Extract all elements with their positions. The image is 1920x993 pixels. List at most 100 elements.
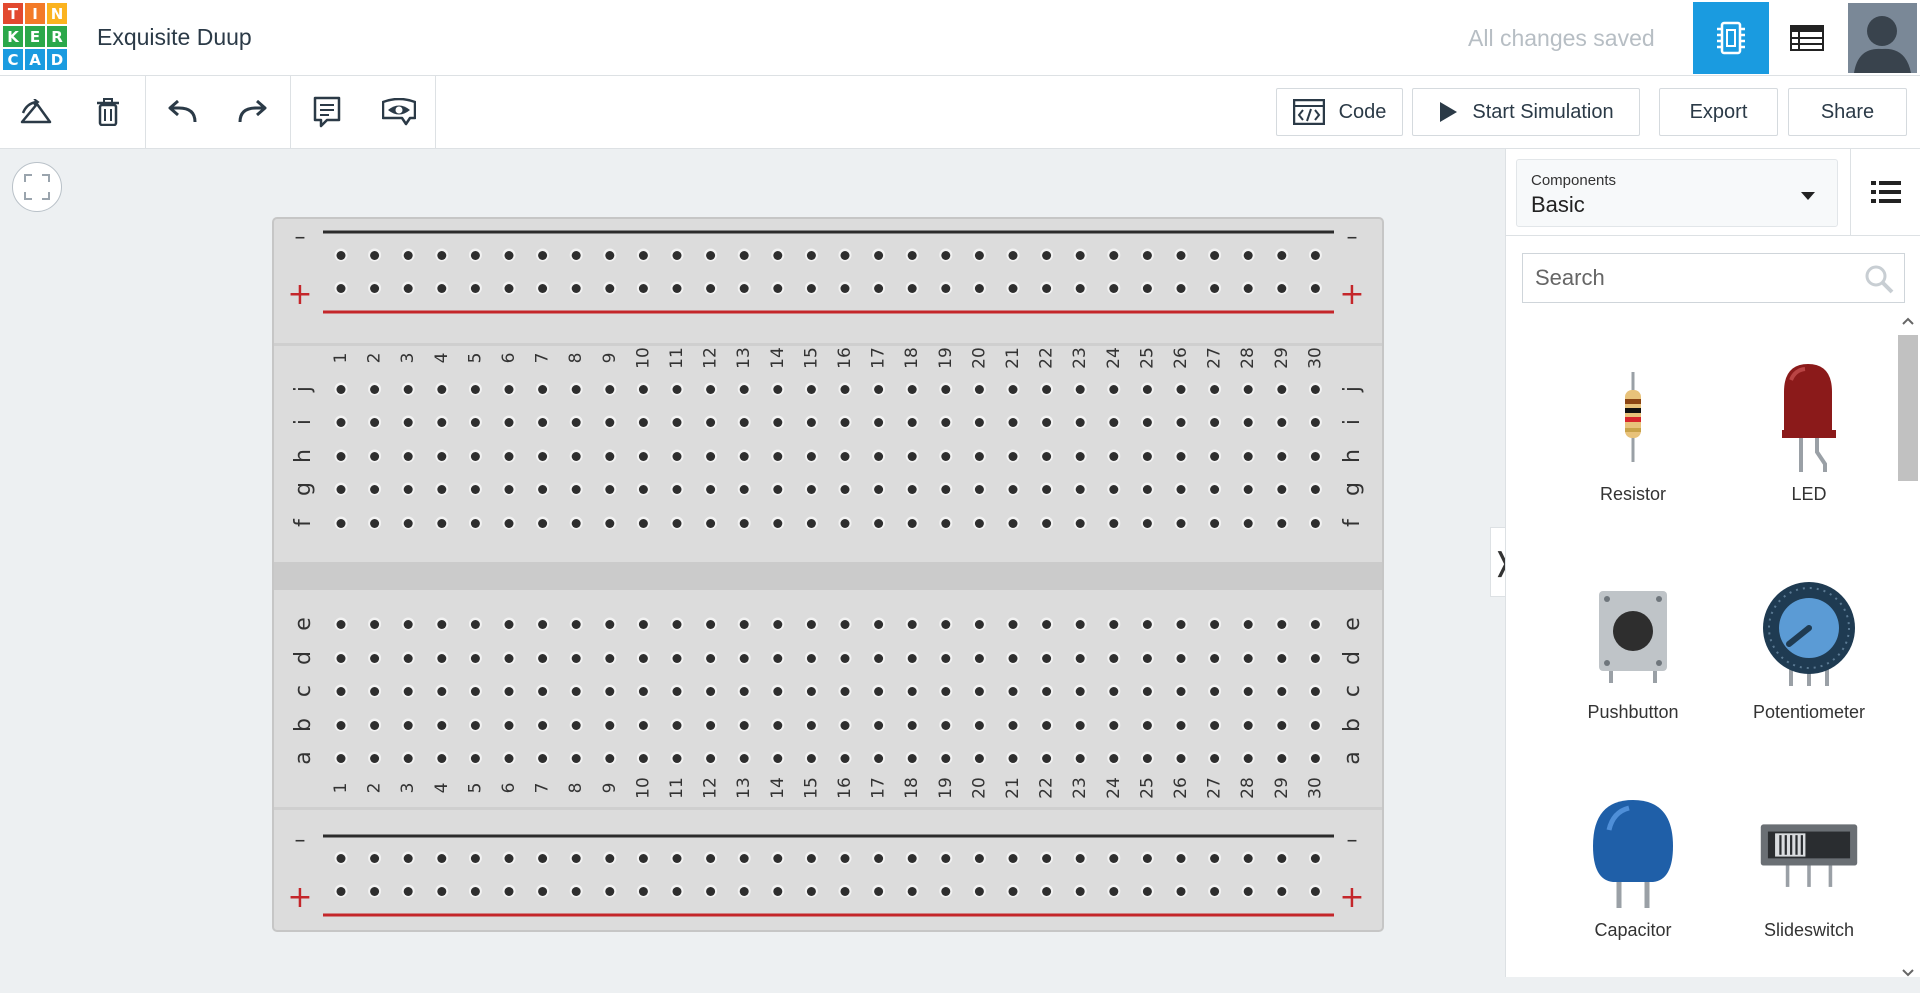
hole[interactable]: [571, 654, 581, 663]
hole[interactable]: [1310, 385, 1320, 394]
hole[interactable]: [538, 654, 548, 663]
hole[interactable]: [437, 519, 447, 528]
hole[interactable]: [739, 721, 749, 730]
hole[interactable]: [1075, 452, 1085, 461]
hole[interactable]: [638, 721, 648, 730]
hole[interactable]: [672, 620, 682, 629]
hole[interactable]: [437, 754, 447, 763]
hole[interactable]: [941, 654, 951, 663]
hole[interactable]: [437, 251, 447, 260]
hole[interactable]: [806, 687, 816, 696]
hole[interactable]: [1042, 654, 1052, 663]
hole[interactable]: [638, 687, 648, 696]
hole[interactable]: [1243, 452, 1253, 461]
hole[interactable]: [874, 654, 884, 663]
hole[interactable]: [1008, 485, 1018, 494]
hole[interactable]: [1243, 385, 1253, 394]
hole[interactable]: [974, 251, 984, 260]
hole[interactable]: [672, 887, 682, 896]
component-led[interactable]: LED: [1729, 357, 1889, 557]
hole[interactable]: [571, 754, 581, 763]
hole[interactable]: [538, 754, 548, 763]
hole[interactable]: [840, 620, 850, 629]
hole[interactable]: [739, 887, 749, 896]
hole[interactable]: [403, 887, 413, 896]
hole[interactable]: [672, 854, 682, 863]
hole[interactable]: [470, 519, 480, 528]
hole[interactable]: [638, 418, 648, 427]
hole[interactable]: [1075, 620, 1085, 629]
hole[interactable]: [706, 385, 716, 394]
hole[interactable]: [1210, 385, 1220, 394]
hole[interactable]: [638, 854, 648, 863]
hole[interactable]: [806, 284, 816, 293]
hole[interactable]: [571, 854, 581, 863]
hole[interactable]: [1243, 418, 1253, 427]
hole[interactable]: [1142, 620, 1152, 629]
hole[interactable]: [605, 251, 615, 260]
hole[interactable]: [874, 519, 884, 528]
hole[interactable]: [470, 251, 480, 260]
hole[interactable]: [907, 284, 917, 293]
hole[interactable]: [638, 485, 648, 494]
hole[interactable]: [1310, 485, 1320, 494]
hole[interactable]: [974, 754, 984, 763]
hole[interactable]: [1243, 654, 1253, 663]
hole[interactable]: [672, 654, 682, 663]
hole[interactable]: [840, 687, 850, 696]
hole[interactable]: [1243, 519, 1253, 528]
hole[interactable]: [1042, 721, 1052, 730]
hole[interactable]: [437, 687, 447, 696]
hole[interactable]: [941, 385, 951, 394]
scroll-up-icon[interactable]: [1902, 317, 1914, 325]
hole[interactable]: [504, 620, 514, 629]
hole[interactable]: [907, 385, 917, 394]
hole[interactable]: [336, 654, 346, 663]
schematic-view-button[interactable]: [1769, 2, 1845, 74]
hole[interactable]: [1243, 754, 1253, 763]
hole[interactable]: [437, 620, 447, 629]
hole[interactable]: [806, 485, 816, 494]
hole[interactable]: [638, 654, 648, 663]
rotate-button[interactable]: [16, 92, 56, 132]
hole[interactable]: [470, 887, 480, 896]
hole[interactable]: [336, 519, 346, 528]
hole[interactable]: [907, 654, 917, 663]
hole[interactable]: [739, 452, 749, 461]
hole[interactable]: [1210, 687, 1220, 696]
hole[interactable]: [739, 519, 749, 528]
hole[interactable]: [739, 385, 749, 394]
hole[interactable]: [538, 620, 548, 629]
hole[interactable]: [437, 418, 447, 427]
share-button[interactable]: Share: [1788, 88, 1907, 136]
hole[interactable]: [1075, 284, 1085, 293]
hole[interactable]: [504, 284, 514, 293]
hole[interactable]: [1075, 754, 1085, 763]
hole[interactable]: [1277, 854, 1287, 863]
hole[interactable]: [1310, 721, 1320, 730]
hole[interactable]: [470, 418, 480, 427]
hole[interactable]: [470, 620, 480, 629]
hole[interactable]: [1042, 754, 1052, 763]
hole[interactable]: [638, 284, 648, 293]
hole[interactable]: [1243, 620, 1253, 629]
hole[interactable]: [840, 887, 850, 896]
hole[interactable]: [874, 284, 884, 293]
hole[interactable]: [504, 654, 514, 663]
hole[interactable]: [538, 519, 548, 528]
hole[interactable]: [605, 452, 615, 461]
list-view-button[interactable]: [1850, 149, 1920, 235]
hole[interactable]: [773, 418, 783, 427]
hole[interactable]: [773, 385, 783, 394]
hole[interactable]: [538, 485, 548, 494]
hole[interactable]: [739, 251, 749, 260]
hole[interactable]: [974, 418, 984, 427]
hole[interactable]: [403, 485, 413, 494]
hole[interactable]: [571, 251, 581, 260]
hole[interactable]: [1277, 418, 1287, 427]
hole[interactable]: [638, 620, 648, 629]
hole[interactable]: [504, 854, 514, 863]
hole[interactable]: [437, 284, 447, 293]
hole[interactable]: [470, 485, 480, 494]
hole[interactable]: [806, 887, 816, 896]
